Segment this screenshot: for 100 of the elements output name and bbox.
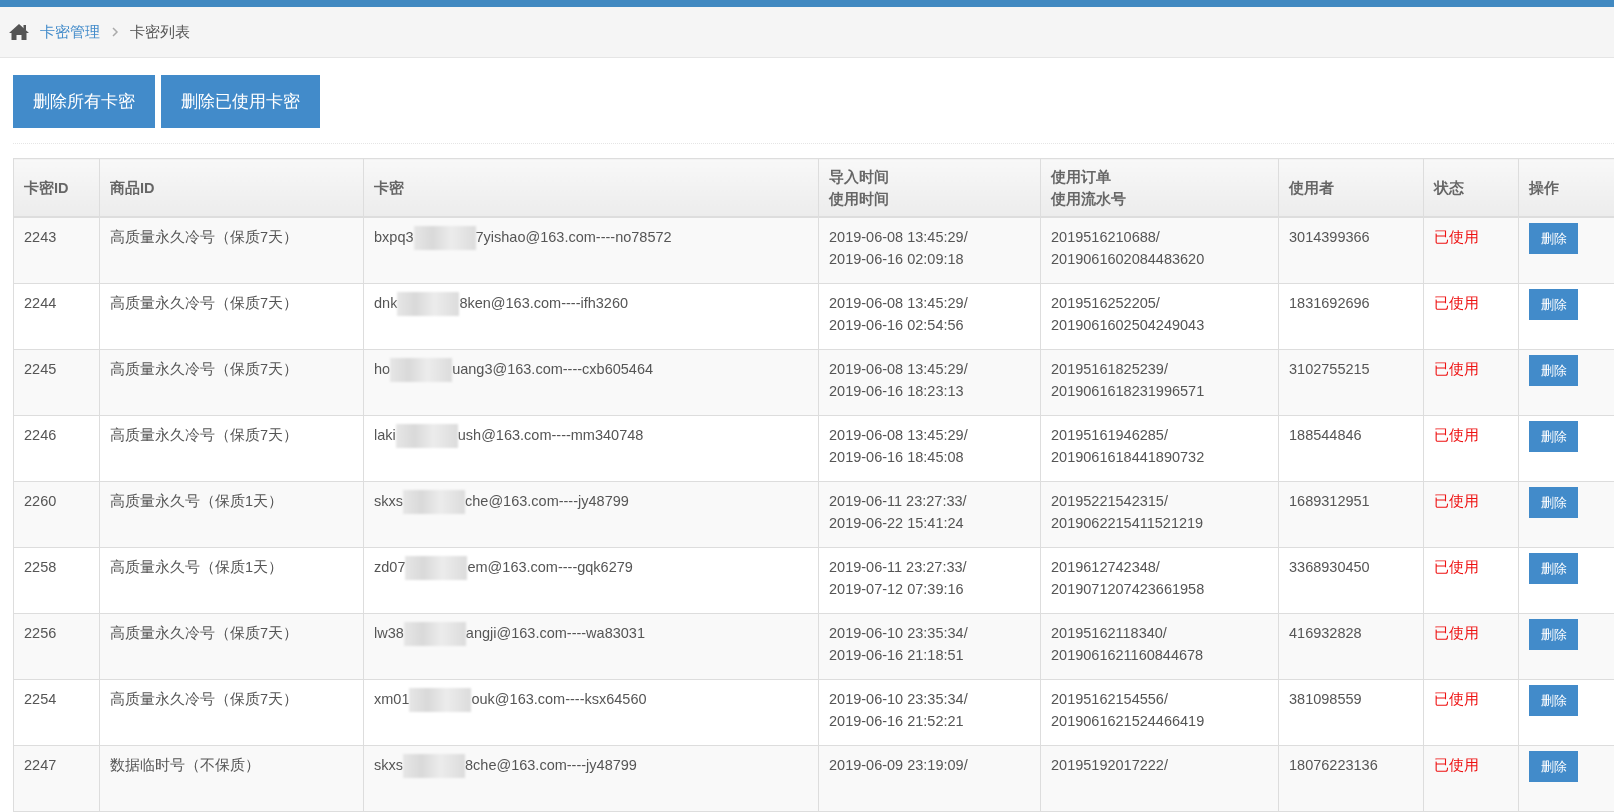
card-text: angji@163.com----wa83031 (465, 625, 645, 641)
product-cell-text: 高质量永久冷号（保质7天） (110, 690, 300, 709)
delete-button[interactable]: 删除 (1529, 355, 1578, 386)
order-cell-text: 2019062215411521219 (1051, 514, 1205, 533)
card-text: em@163.com----gqk6279 (467, 559, 633, 575)
order-cell-text: 20195192017222/ (1051, 756, 1169, 775)
order-cell-text: 2019612742348/ (1051, 558, 1161, 577)
product-cell-text: 高质量永久冷号（保质7天） (110, 624, 300, 643)
time-cell-text: 2019-06-11 23:27:33/ (829, 492, 968, 511)
column-header: 使用时间 (829, 189, 890, 209)
card-text: lw38 (374, 625, 404, 641)
order-cell-text: 2019071207423661958 (1051, 580, 1206, 599)
blur-patch (405, 556, 468, 581)
time-cell-text: 2019-06-16 21:18:51 (829, 646, 965, 665)
time-cell-text: 2019-06-16 18:23:13 (829, 382, 965, 401)
card-text: uang3@163.com----cxb605464 (452, 361, 654, 377)
blur-patch (390, 358, 453, 383)
product-cell-text: 高质量永久号（保质1天） (110, 558, 285, 577)
blur-patch (403, 490, 465, 515)
card-text: ho (374, 361, 391, 377)
delete-button[interactable]: 删除 (1529, 751, 1578, 782)
user-cell-text: 3102755215 (1289, 360, 1371, 379)
column-header: 使用订单 (1051, 167, 1112, 187)
delete-button[interactable]: 删除 (1529, 685, 1578, 716)
column-header: 操作 (1529, 178, 1560, 198)
product-cell-text: 高质量永久冷号（保质7天） (110, 228, 300, 247)
time-cell-text: 2019-06-16 18:45:08 (829, 448, 965, 467)
column-header: 卡密 (374, 178, 405, 198)
order-cell-text: 2019061618231996571 (1051, 382, 1206, 401)
order-cell-text: 2019516210688/ (1051, 228, 1161, 247)
column-header: 状态 (1434, 178, 1465, 198)
product-cell-text: 高质量永久冷号（保质7天） (110, 294, 300, 313)
blur-patch (395, 424, 458, 449)
card-text: skxs (374, 493, 403, 509)
column-header: 卡密ID (24, 178, 70, 198)
order-cell-text: 20195162118340/ (1051, 624, 1168, 643)
card-text: ush@163.com----mm340748 (457, 427, 644, 443)
card-text: che@163.com----jy48799 (465, 493, 629, 509)
order-cell-text: 20195162154556/ (1051, 690, 1169, 709)
user-cell-text: 188544846 (1289, 426, 1363, 445)
user-cell-text: 1689312951 (1289, 492, 1371, 511)
card-text: 8ken@163.com----ifh3260 (459, 295, 629, 311)
blur-patch (403, 754, 465, 779)
delete-button[interactable]: 删除 (1529, 553, 1578, 584)
order-cell-text: 2019061621524466419 (1051, 712, 1206, 731)
blur-patch (397, 292, 460, 317)
time-cell-text: 2019-06-16 02:09:18 (829, 250, 965, 269)
time-cell-text: 2019-06-08 13:45:29/ (829, 360, 969, 379)
status-text: 已使用 (1434, 558, 1480, 577)
id-cell-text: 2246 (24, 426, 58, 445)
delete-button[interactable]: 删除 (1529, 619, 1578, 650)
order-cell-text: 2019061602084483620 (1051, 250, 1206, 269)
card-text: laki (374, 427, 396, 443)
id-cell-text: 2245 (24, 360, 58, 379)
card-text: 7yishao@163.com----no78572 (475, 229, 672, 245)
card-text: zd07 (374, 559, 406, 575)
order-cell-text: 20195221542315/ (1051, 492, 1169, 511)
card-text: 8che@163.com----jy48799 (465, 757, 637, 773)
card-text: skxs (374, 757, 403, 773)
status-text: 已使用 (1434, 492, 1480, 511)
home-icon[interactable] (8, 23, 30, 41)
id-cell-text: 2256 (24, 624, 58, 643)
order-cell-text: 2019061621160844678 (1051, 646, 1205, 665)
order-cell-text: 2019516252205/ (1051, 294, 1161, 313)
breadcrumb-link[interactable]: 卡密管理 (40, 22, 100, 42)
user-cell-text: 3368930450 (1289, 558, 1371, 577)
product-cell-text: 高质量永久冷号（保质7天） (110, 360, 300, 379)
time-cell-text: 2019-06-09 23:19:09/ (829, 756, 969, 775)
time-cell-text: 2019-07-12 07:39:16 (829, 580, 965, 599)
time-cell-text: 2019-06-11 23:27:33/ (829, 558, 968, 577)
status-text: 已使用 (1434, 426, 1480, 445)
time-cell-text: 2019-06-08 13:45:29/ (829, 228, 969, 247)
status-text: 已使用 (1434, 624, 1480, 643)
id-cell-text: 2260 (24, 492, 58, 511)
blur-patch (409, 688, 472, 713)
column-header: 使用者 (1289, 178, 1335, 198)
chevron-icon (110, 26, 120, 38)
delete-button[interactable]: 删除已使用卡密 (161, 75, 320, 128)
status-text: 已使用 (1434, 756, 1480, 775)
delete-button[interactable]: 删除 (1529, 487, 1578, 518)
user-cell-text: 3014399366 (1289, 228, 1371, 247)
delete-button[interactable]: 删除所有卡密 (13, 75, 155, 128)
product-cell-text: 高质量永久号（保质1天） (110, 492, 285, 511)
user-cell-text: 18076223136 (1289, 756, 1379, 775)
time-cell-text: 2019-06-22 15:41:24 (829, 514, 965, 533)
time-cell-text: 2019-06-08 13:45:29/ (829, 426, 969, 445)
delete-button[interactable]: 删除 (1529, 289, 1578, 320)
order-cell-text: 2019061618441890732 (1051, 448, 1206, 467)
status-text: 已使用 (1434, 228, 1480, 247)
status-text: 已使用 (1434, 294, 1480, 313)
card-text: xm01 (374, 691, 410, 707)
id-cell-text: 2254 (24, 690, 58, 709)
breadcrumb-current: 卡密列表 (130, 22, 190, 42)
delete-button[interactable]: 删除 (1529, 421, 1578, 452)
product-cell-text: 高质量永久冷号（保质7天） (110, 426, 300, 445)
column-header: 使用流水号 (1051, 189, 1127, 209)
id-cell-text: 2243 (24, 228, 58, 247)
column-header: 商品ID (110, 178, 156, 198)
card-text: ouk@163.com----ksx64560 (471, 691, 647, 707)
delete-button[interactable]: 删除 (1529, 223, 1578, 254)
